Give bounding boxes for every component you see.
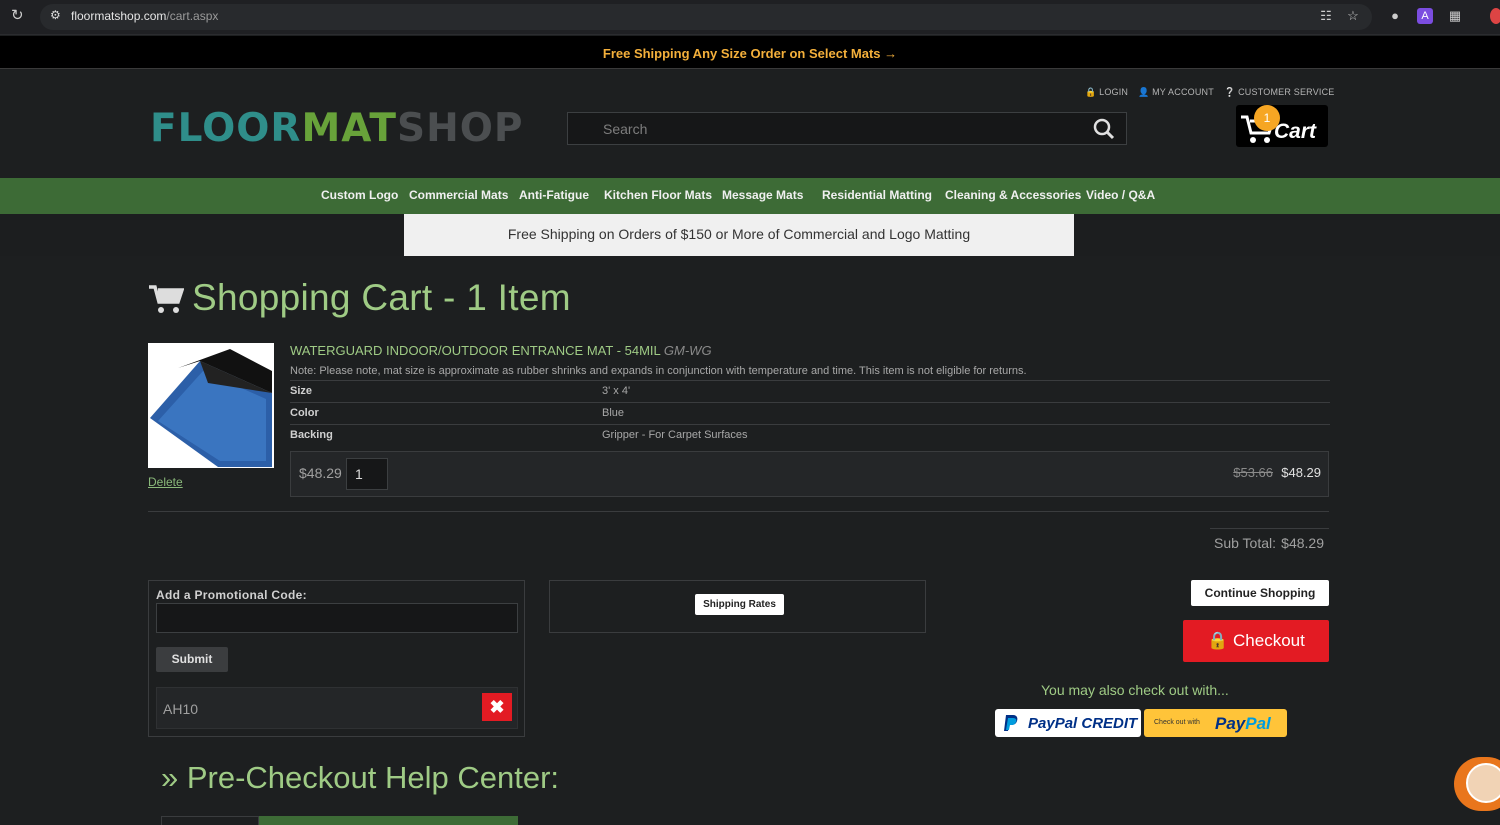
attribute-key: Backing	[290, 429, 333, 441]
original-price: $53.66	[1233, 465, 1273, 480]
extension-a-icon[interactable]: A	[1417, 8, 1433, 24]
help-icon: ❔	[1224, 87, 1236, 97]
reload-icon[interactable]: ↻	[11, 8, 27, 24]
attribute-value: 3' x 4'	[602, 385, 631, 397]
attribute-value: Blue	[602, 407, 625, 419]
nav-item-cleaning-accessories[interactable]: Cleaning & Accessories	[945, 188, 1081, 202]
paypal-pal: Pal	[1245, 714, 1271, 733]
lock-icon: 🔒	[1085, 87, 1097, 97]
attribute-row: Size 3' x 4'	[290, 380, 1330, 402]
address-bar[interactable]	[40, 4, 1372, 30]
extension-icon[interactable]: ●	[1387, 8, 1403, 24]
login-label: LOGIN	[1099, 87, 1129, 97]
service-label: CUSTOMER SERVICE	[1238, 87, 1335, 97]
quantity-input[interactable]	[346, 458, 388, 490]
shopping-cart-icon	[149, 285, 184, 313]
site-info-icon[interactable]: ⚙	[50, 8, 64, 24]
paypal-checkout-small-text: Check out with	[1154, 719, 1200, 726]
browser-toolbar: ↻ ⚙ floormatshop.com/cart.aspx ☷ ☆ ● A ▦	[0, 0, 1500, 35]
subtotal-value: $48.29	[1281, 535, 1324, 551]
nav-item-residential-matting[interactable]: Residential Matting	[822, 188, 932, 202]
login-link[interactable]: 🔒 LOGIN	[1085, 87, 1128, 98]
url-text[interactable]: floormatshop.com/cart.aspx	[71, 9, 218, 23]
shipping-banner: Free Shipping on Orders of $150 or More …	[404, 214, 1074, 256]
price-row: $48.29 $53.66 $48.29	[290, 451, 1329, 497]
submit-button[interactable]: Submit	[156, 647, 228, 672]
nav-item-video-qa[interactable]: Video / Q&A	[1086, 188, 1155, 202]
attribute-key: Size	[290, 385, 313, 397]
also-checkout-text: You may also check out with...	[1041, 682, 1229, 698]
subtotal-label: Sub Total:	[1214, 535, 1277, 551]
site-header: FLOORMATSHOP 🔒 LOGIN 👤 MY ACCOUNT ❔ CUST…	[0, 70, 1500, 178]
site-logo[interactable]: FLOORMATSHOP	[150, 106, 524, 151]
nav-item-custom-logo[interactable]: Custom Logo	[321, 188, 398, 202]
search-box	[567, 112, 1127, 145]
help-tab-active[interactable]	[161, 816, 259, 825]
star-icon[interactable]: ☆	[1345, 8, 1361, 24]
applied-promo-code: AH10 ✖	[156, 687, 518, 729]
translate-icon[interactable]: ☷	[1318, 8, 1334, 24]
divider	[148, 511, 1329, 512]
profile-avatar[interactable]	[1490, 8, 1500, 24]
promo-link[interactable]: Free Shipping Any Size Order on Select M…	[603, 46, 897, 61]
cart-button[interactable]: 1 Cart	[1236, 105, 1328, 147]
paypal-icon	[1004, 715, 1018, 731]
customer-service-link[interactable]: ❔ CUSTOMER SERVICE	[1224, 87, 1335, 98]
account-label: MY ACCOUNT	[1152, 87, 1214, 97]
logo-floor: FLOOR	[150, 106, 302, 151]
url-domain: floormatshop.com	[71, 9, 167, 23]
continue-shopping-button[interactable]: Continue Shopping	[1191, 580, 1329, 606]
search-input[interactable]	[568, 113, 1088, 144]
user-icon: 👤	[1138, 87, 1150, 97]
line-total: $48.29	[1281, 465, 1321, 480]
help-center-title: » Pre-Checkout Help Center:	[161, 760, 560, 795]
lock-icon: 🔒	[1207, 631, 1229, 650]
paypal-credit-button[interactable]: PayPal CREDIT	[995, 709, 1141, 737]
paypal-credit-text: PayPal CREDIT	[1028, 715, 1138, 732]
attribute-value: Gripper - For Carpet Surfaces	[602, 429, 748, 441]
main-nav: Custom Logo Commercial Mats Anti-Fatigue…	[0, 178, 1500, 214]
url-path: /cart.aspx	[166, 9, 219, 23]
my-account-link[interactable]: 👤 MY ACCOUNT	[1138, 87, 1214, 98]
paypal-checkout-button[interactable]: Check out with PayPal	[1144, 709, 1287, 737]
chat-widget[interactable]	[1454, 757, 1500, 811]
checkout-button[interactable]: 🔒 Checkout	[1183, 620, 1329, 662]
subtotal: Sub Total: $48.29	[1210, 528, 1329, 556]
attribute-key: Color	[290, 407, 319, 419]
nav-item-kitchen-floor-mats[interactable]: Kitchen Floor Mats	[604, 188, 712, 202]
help-center-tabs	[161, 816, 518, 825]
shipping-rates-button[interactable]: Shipping Rates	[695, 594, 784, 615]
unit-price: $48.29	[299, 465, 342, 481]
applied-code-text: AH10	[163, 701, 199, 717]
promo-bar: Free Shipping Any Size Order on Select M…	[0, 36, 1500, 69]
cart-label: Cart	[1274, 120, 1317, 143]
search-icon[interactable]	[1092, 117, 1116, 141]
chat-avatar	[1466, 763, 1500, 803]
promo-code-input[interactable]	[156, 603, 518, 633]
nav-item-message-mats[interactable]: Message Mats	[722, 188, 803, 202]
product-sku: GM-WG	[663, 343, 712, 358]
page-title: Shopping Cart - 1 Item	[192, 277, 571, 318]
promo-code-panel: Add a Promotional Code: Submit AH10 ✖	[148, 580, 525, 737]
nav-item-anti-fatigue[interactable]: Anti-Fatigue	[519, 188, 589, 202]
shipping-rates-panel: Shipping Rates	[549, 580, 926, 633]
attribute-row: Color Blue	[290, 402, 1330, 424]
nav-item-commercial-mats[interactable]: Commercial Mats	[409, 188, 508, 202]
product-name: WATERGUARD INDOOR/OUTDOOR ENTRANCE MAT -…	[290, 343, 661, 358]
logo-mat: MAT	[301, 106, 398, 151]
product-image[interactable]	[148, 343, 274, 468]
remove-code-icon[interactable]: ✖	[482, 693, 512, 721]
product-title[interactable]: WATERGUARD INDOOR/OUTDOOR ENTRANCE MAT -…	[290, 343, 712, 358]
product-note: Note: Please note, mat size is approxima…	[290, 365, 1027, 377]
paypal-logo-text: PayPal	[1215, 714, 1271, 734]
puzzle-icon[interactable]: ▦	[1447, 8, 1463, 24]
promo-code-label: Add a Promotional Code:	[156, 588, 307, 602]
paypal-pay: Pay	[1215, 714, 1246, 733]
delete-link[interactable]: Delete	[148, 475, 183, 489]
checkout-label: Checkout	[1233, 631, 1305, 650]
logo-shop: SHOP	[397, 106, 524, 151]
attribute-row: Backing Gripper - For Carpet Surfaces	[290, 424, 1330, 446]
